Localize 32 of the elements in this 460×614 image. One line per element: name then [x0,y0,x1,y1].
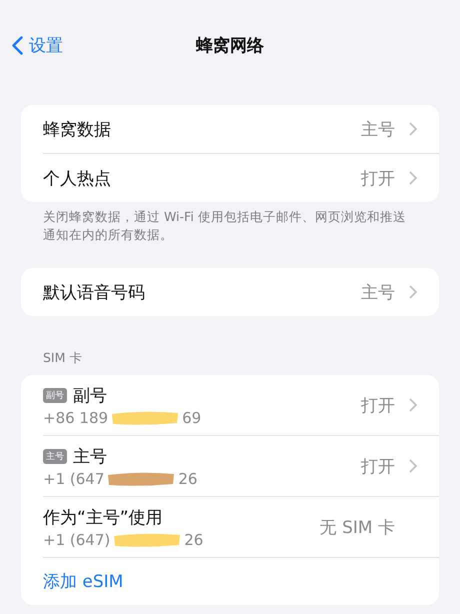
row-value: 主号 [361,118,395,140]
sim-row[interactable]: 主号 主号 +1 (647 26 打开 [43,435,439,496]
sim-badge: 副号 [43,388,67,402]
row-value: 打开 [361,394,395,416]
row-label: 作为“主号”使用 [43,506,163,528]
back-button[interactable]: 设置 [12,34,63,56]
phone-number: +1 (647 [43,470,104,488]
row-label: 蜂窝数据 [43,118,112,140]
settings-row[interactable]: 默认语音号码 主号 [43,268,439,316]
settings-row[interactable]: 个人热点 打开 [43,153,439,202]
row-label: 个人热点 [43,168,112,190]
add-esim-link[interactable]: 添加 eSIM [43,570,124,593]
section-footer: 关闭蜂窝数据，通过 Wi-Fi 使用包括电子邮件、网页浏览和推送通知在内的所有数据。 [43,208,417,244]
row-value: 主号 [361,282,395,304]
sim-row[interactable]: 作为“主号”使用 +1 (647) 26 无 SIM 卡 [43,496,439,557]
sim-row[interactable]: 副号 副号 +86 189 69 打开 [43,375,439,435]
row-value: 无 SIM 卡 [320,516,395,538]
sim-badge: 主号 [43,448,67,464]
row-value: 打开 [361,456,395,478]
phone-number: 26 [184,530,204,548]
row-label: 默认语音号码 [43,282,146,304]
phone-number: +1 (647) [43,530,110,548]
settings-row[interactable]: 蜂窝数据 主号 [43,105,439,153]
row-label: 副号 [73,384,107,406]
phone-number: 69 [182,408,202,426]
back-chevron-icon [12,36,23,54]
phone-number: 26 [178,470,198,488]
phone-number: +86 189 [43,408,108,426]
row-label: 主号 [73,446,107,468]
page-title: 蜂窝网络 [196,34,264,56]
row-value: 打开 [361,168,395,190]
section-header: SIM 卡 [43,350,84,367]
